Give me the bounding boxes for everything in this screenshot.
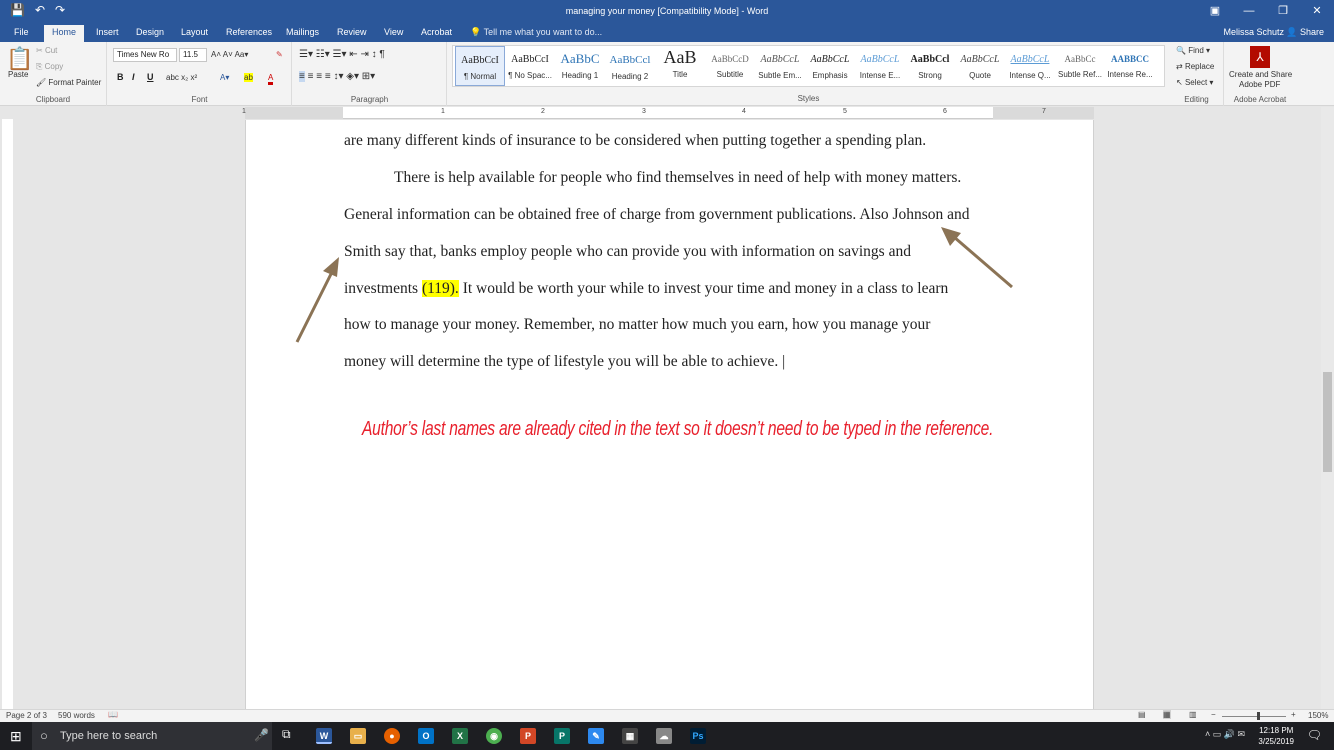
outlook-icon[interactable]: O (418, 728, 434, 744)
windows-start-icon[interactable]: ⊞ (10, 728, 22, 745)
search-placeholder: Type here to search (60, 730, 158, 742)
firefox-icon[interactable]: ● (384, 728, 400, 744)
photoshop-icon[interactable]: Ps (690, 728, 706, 744)
taskbar: ⊞ ○ Type here to search 🎤 ⧉ W ▭ ● O X ◉ P… (0, 722, 1334, 750)
microphone-icon[interactable]: 🎤 (254, 728, 269, 742)
arrow-to-smith (295, 257, 339, 343)
taskbar-search[interactable]: ○ Type here to search (32, 722, 272, 750)
notepad-icon[interactable]: ✎ (588, 728, 604, 744)
zoom-in-icon[interactable]: + (1291, 710, 1296, 719)
word-app-icon[interactable]: W (316, 728, 332, 744)
read-mode-icon[interactable]: ▤ (1138, 710, 1146, 719)
zoom-level[interactable]: 150% (1308, 711, 1328, 720)
tray-icons[interactable]: ˄ ▭ 🔊 ✉ (1205, 729, 1245, 740)
zoom-out-icon[interactable]: − (1211, 710, 1216, 719)
print-layout-icon[interactable]: ▦ (1163, 710, 1171, 719)
file-explorer-icon[interactable]: ▭ (350, 728, 366, 744)
arrow-to-johnson (941, 227, 1013, 289)
word-count[interactable]: 590 words (58, 711, 95, 720)
taskbar-clock[interactable]: 12:18 PM 3/25/2019 (1258, 725, 1294, 747)
cortana-icon: ○ (40, 728, 48, 743)
proofing-icon[interactable]: 📖 (108, 710, 118, 719)
app-icon[interactable]: ☁ (656, 728, 672, 744)
calculator-icon[interactable]: ▦ (622, 728, 638, 744)
page-count[interactable]: Page 2 of 3 (6, 711, 47, 720)
annotation-arrows (295, 227, 1013, 343)
chrome-icon[interactable]: ◉ (486, 728, 502, 744)
status-bar: Page 2 of 3 590 words 📖 ▤ ▦ ▥ − + 150% (0, 709, 1334, 722)
powerpoint-icon[interactable]: P (520, 728, 536, 744)
task-view-icon[interactable]: ⧉ (282, 727, 291, 742)
web-layout-icon[interactable]: ▥ (1189, 710, 1197, 719)
zoom-slider-thumb[interactable] (1257, 712, 1260, 720)
excel-icon[interactable]: X (452, 728, 468, 744)
clock-date: 3/25/2019 (1258, 737, 1294, 746)
scrollbar-thumb[interactable] (1323, 372, 1332, 472)
clock-time: 12:18 PM (1259, 726, 1294, 735)
zoom-slider[interactable] (1222, 716, 1286, 717)
notification-icon[interactable]: 🗨 (1307, 728, 1322, 742)
publisher-icon[interactable]: P (554, 728, 570, 744)
